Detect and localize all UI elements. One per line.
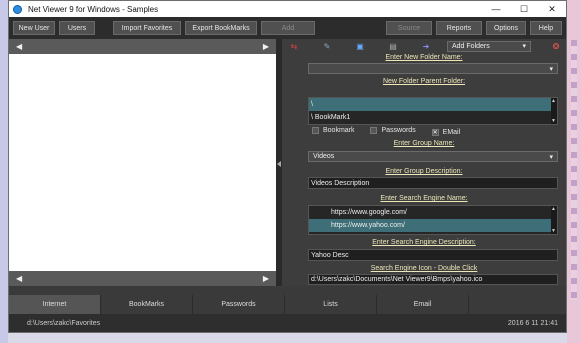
move-icon[interactable]: ⇆ — [288, 41, 300, 51]
app-icon — [13, 4, 22, 14]
tab-lists[interactable]: Lists — [285, 295, 377, 314]
export-bookmarks-button[interactable]: Export BookMarks — [185, 21, 257, 35]
scrollbar[interactable] — [551, 98, 557, 124]
group-name-dropdown[interactable]: Videos ▾ — [308, 151, 558, 162]
scrollbar[interactable] — [551, 206, 557, 234]
delete-icon[interactable]: ▤ — [387, 41, 399, 51]
list-item[interactable]: \ — [309, 98, 557, 111]
chevron-down-icon: ▾ — [522, 43, 526, 50]
chevron-down-icon: ▾ — [549, 65, 553, 73]
add-folders-dropdown[interactable]: Add Folders ▾ — [447, 40, 531, 52]
new-user-button[interactable]: New User — [13, 21, 55, 35]
top-nav-bar: ◀ ▶ — [9, 39, 276, 54]
status-bar: d:\Users\zakc\Favorites 2016 6 11 21:41 — [9, 314, 566, 332]
right-pane: ⇆ ✎ ▣ ▤ ➜ Add Folders ▾ ❂ Enter New Folde… — [282, 39, 566, 286]
passwords-checkbox[interactable]: Passwords — [370, 127, 416, 134]
left-pane: ◀ ▶ ◀ ▶ — [9, 39, 276, 286]
search-engine-description-label: Enter Search Engine Description: — [372, 239, 476, 246]
bookmark-checkbox[interactable]: Bookmark — [312, 127, 355, 134]
status-path: d:\Users\zakc\Favorites — [27, 319, 101, 327]
nav-left-icon[interactable]: ◀ — [16, 274, 22, 283]
search-engine-icon-field[interactable]: d:\Users\zakc\Documents\Net Viewer9\Bmps… — [308, 274, 558, 285]
parent-folder-list[interactable]: \ \ BookMark1 — [308, 97, 558, 125]
options-button[interactable]: Options — [486, 21, 526, 35]
maximize-button[interactable]: ☐ — [510, 1, 538, 17]
new-folder-name-label: Enter New Folder Name: — [385, 54, 463, 61]
type-checkboxes: Bookmark Passwords ✕ EMail — [312, 127, 474, 136]
add-button[interactable]: Add — [261, 21, 315, 35]
search-engine-description-field[interactable]: Yahoo Desc — [308, 249, 558, 261]
tab-internet[interactable]: Internet — [9, 295, 101, 314]
group-name-label: Enter Group Name: — [393, 140, 455, 147]
window-title: Net Viewer 9 for Windows - Samples — [28, 4, 159, 14]
desktop-background-left — [0, 0, 8, 343]
search-engine-name-label: Enter Search Engine Name: — [380, 195, 468, 202]
nav-right-icon[interactable]: ▶ — [263, 42, 269, 51]
parent-folder-label: New Folder Parent Folder: — [382, 78, 466, 85]
arrow-icon[interactable]: ➜ — [420, 41, 432, 51]
edit-icon[interactable]: ✎ — [321, 41, 333, 51]
status-datetime: 2016 6 11 21:41 — [507, 319, 558, 327]
new-folder-name-field[interactable]: ▾ — [308, 63, 558, 74]
add-globe-icon[interactable]: ❂ — [550, 41, 562, 51]
desktop-background-right — [567, 0, 581, 343]
help-button[interactable]: Help — [530, 21, 562, 35]
group-description-label: Enter Group Description: — [385, 168, 463, 175]
nav-left-icon[interactable]: ◀ — [16, 42, 22, 51]
app-window: Net Viewer 9 for Windows - Samples — ☐ ✕… — [8, 0, 567, 333]
tab-passwords[interactable]: Passwords — [193, 295, 285, 314]
title-bar: Net Viewer 9 for Windows - Samples — ☐ ✕ — [9, 1, 566, 17]
icon-toolbar: ⇆ ✎ ▣ ▤ ➜ Add Folders ▾ ❂ — [282, 39, 566, 53]
tab-email[interactable]: Email — [377, 295, 469, 314]
reports-button[interactable]: Reports — [436, 21, 482, 35]
search-engine-icon-label: Search Engine Icon - Double Click — [370, 265, 478, 272]
list-item[interactable]: https://www.google.com/ — [309, 206, 557, 219]
email-checkbox[interactable]: ✕ EMail — [431, 129, 460, 136]
save-icon[interactable]: ▣ — [354, 41, 366, 51]
minimize-button[interactable]: — — [482, 1, 510, 17]
folder-tree[interactable] — [9, 54, 276, 272]
search-engine-list[interactable]: https://www.google.com/ https://www.yaho… — [308, 205, 558, 235]
import-favorites-button[interactable]: Import Favorites — [113, 21, 181, 35]
list-item[interactable]: https://www.yahoo.com/ — [309, 219, 557, 232]
bottom-nav-bar: ◀ ▶ — [9, 271, 276, 286]
bottom-tabs: Internet BookMarks Passwords Lists Email — [9, 295, 566, 314]
tab-bookmarks[interactable]: BookMarks — [101, 295, 193, 314]
source-button[interactable]: Source — [386, 21, 432, 35]
chevron-down-icon: ▾ — [549, 153, 553, 161]
group-description-field[interactable]: Videos Description — [308, 177, 558, 189]
nav-right-icon[interactable]: ▶ — [263, 274, 269, 283]
close-button[interactable]: ✕ — [538, 1, 566, 17]
list-item[interactable]: \ BookMark1 — [309, 111, 557, 124]
users-button[interactable]: Users — [59, 21, 95, 35]
toolbar: New User Users Import Favorites Export B… — [9, 17, 566, 39]
